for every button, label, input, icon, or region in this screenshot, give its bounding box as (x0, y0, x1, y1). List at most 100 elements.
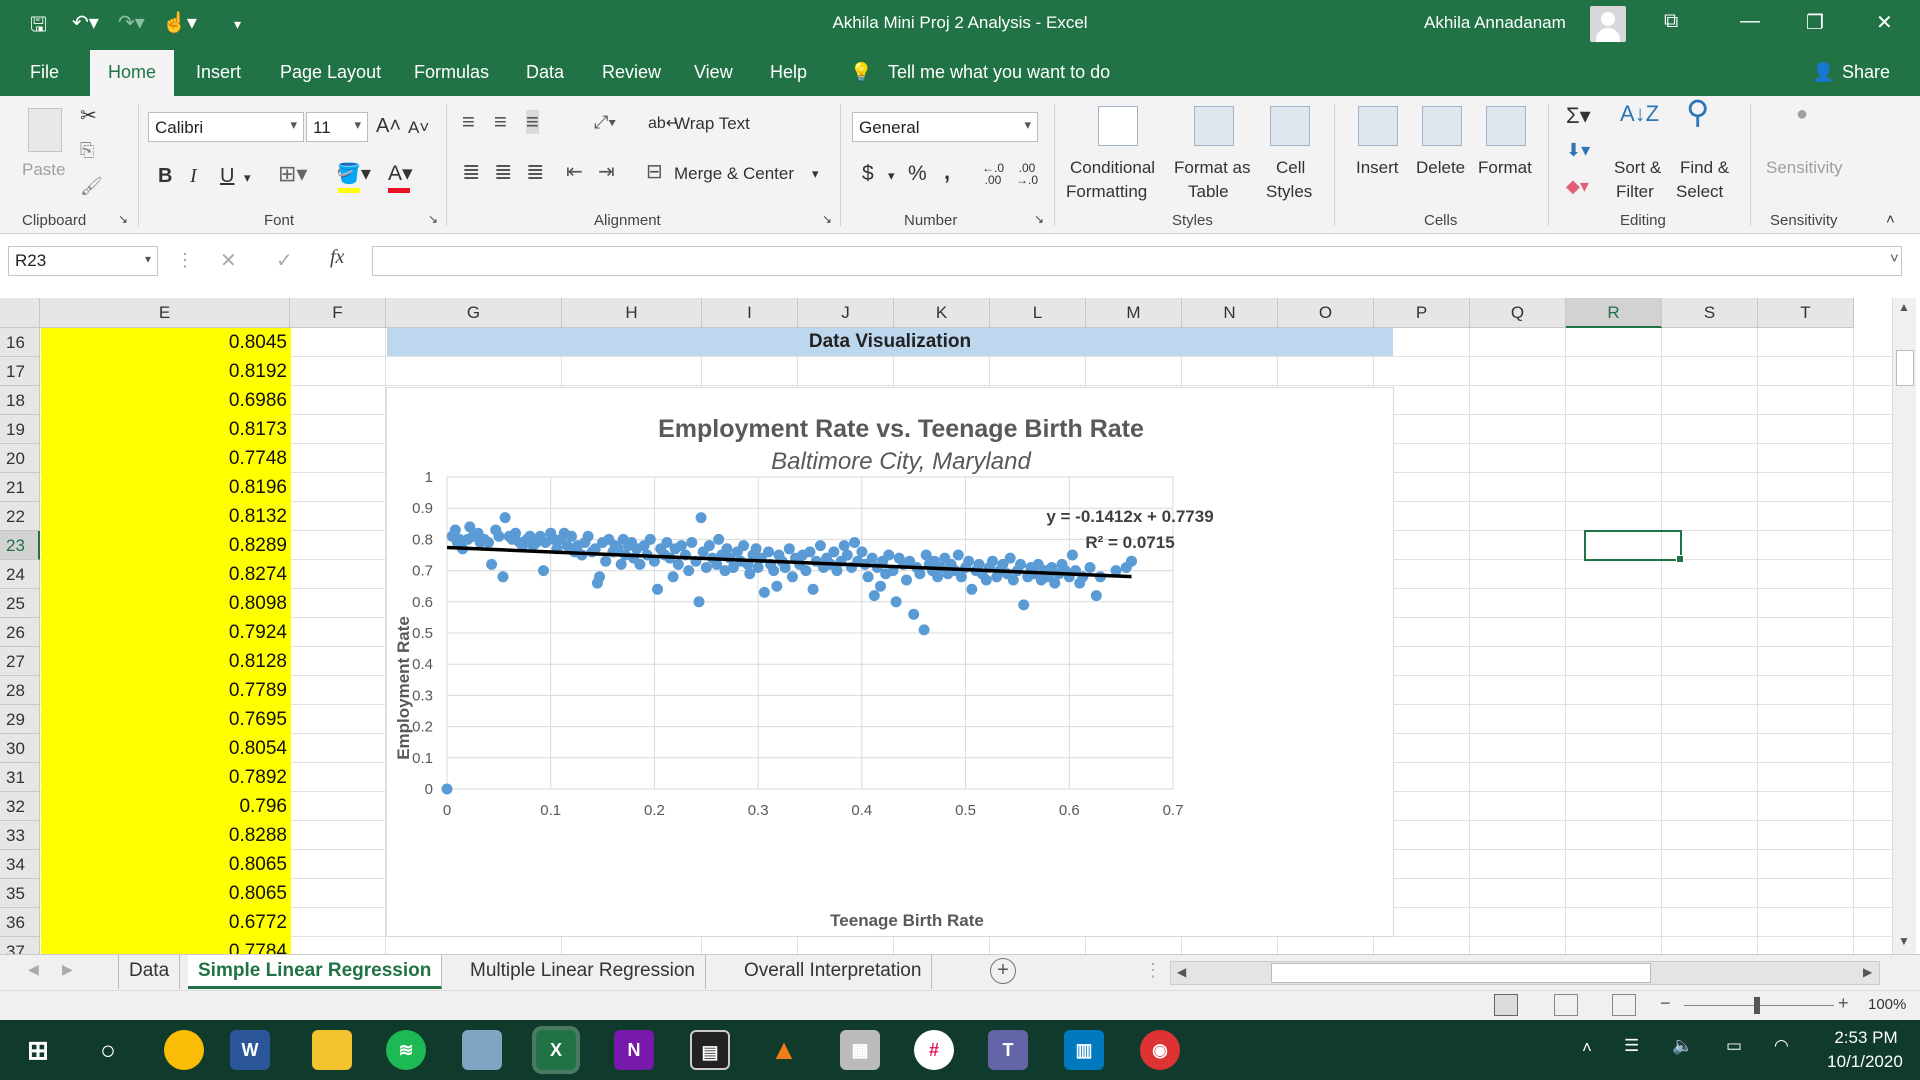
cell-e-value[interactable]: 0.8196 (41, 473, 291, 502)
row-header[interactable]: 21 (0, 473, 40, 502)
merge-center-icon[interactable]: ⊟ (646, 160, 663, 184)
cell-e-value[interactable]: 0.7892 (41, 763, 291, 792)
clock-time[interactable]: 2:53 PM (1826, 1028, 1906, 1048)
cell-e-value[interactable]: 0.7784 (41, 937, 291, 954)
paste-button[interactable]: Paste (22, 158, 65, 182)
align-center-icon[interactable]: ≣ (494, 160, 512, 184)
fill-color-icon[interactable]: 🪣▾ (336, 162, 371, 186)
cancel-icon[interactable]: ✕ (220, 248, 237, 273)
row-header[interactable]: 35 (0, 879, 40, 908)
cell-e-value[interactable]: 0.6772 (41, 908, 291, 937)
tray-chevron-icon[interactable]: ˄ (1582, 1038, 1592, 1058)
slack-icon[interactable]: # (914, 1030, 954, 1070)
row-header[interactable]: 28 (0, 676, 40, 705)
tab-page-layout[interactable]: Page Layout (280, 62, 381, 83)
align-bottom-icon[interactable]: ≡ (526, 110, 539, 134)
sheet-tab-overall-interpretation[interactable]: Overall Interpretation (734, 955, 933, 989)
vertical-scrollbar[interactable]: ▲ ▼ (1892, 298, 1916, 954)
tab-insert[interactable]: Insert (196, 62, 241, 83)
page-break-view-icon[interactable] (1612, 994, 1636, 1016)
tab-data[interactable]: Data (526, 62, 564, 83)
copy-icon[interactable]: ⎘ (80, 138, 94, 162)
cell-e-value[interactable]: 0.8274 (41, 560, 291, 589)
italic-button[interactable]: I (190, 164, 197, 188)
cut-icon[interactable]: ✂ (80, 104, 97, 128)
tab-help[interactable]: Help (770, 62, 807, 83)
calculator-icon[interactable]: ▦ (840, 1030, 880, 1070)
column-header-k[interactable]: K (894, 298, 990, 328)
share-button[interactable]: Share (1842, 62, 1890, 83)
conditional-formatting-icon[interactable] (1098, 106, 1138, 146)
row-header[interactable]: 26 (0, 618, 40, 647)
expand-formula-icon[interactable]: ˅ (1890, 250, 1899, 267)
font-size-select[interactable]: 11 (306, 112, 368, 142)
format-cells-button[interactable]: Format (1478, 156, 1532, 180)
paste-icon[interactable] (28, 108, 62, 152)
insert-function-button[interactable]: fx (330, 246, 344, 269)
sheet-tab-data[interactable]: Data (118, 955, 181, 989)
page-layout-view-icon[interactable] (1554, 994, 1578, 1016)
matlab-icon[interactable]: ▲ (764, 1030, 804, 1070)
search-icon[interactable]: ○ (88, 1030, 128, 1070)
ribbon-display-icon[interactable]: ⧉ (1664, 10, 1678, 33)
row-header[interactable]: 22 (0, 502, 40, 531)
new-sheet-icon[interactable]: + (990, 958, 1016, 984)
decrease-decimal-icon[interactable]: .00 →.0 (1016, 162, 1038, 186)
currency-button[interactable]: $ (862, 162, 874, 186)
user-name[interactable]: Akhila Annadanam (1424, 13, 1566, 33)
windows-start-icon[interactable]: ⊞ (18, 1030, 58, 1070)
restore-icon[interactable]: ❐ (1806, 10, 1824, 35)
format-as-table-label-2[interactable]: Table (1188, 180, 1229, 204)
align-right-icon[interactable]: ≣ (526, 160, 544, 184)
notepad-icon[interactable] (462, 1030, 502, 1070)
cell-e-value[interactable]: 0.8065 (41, 879, 291, 908)
delete-cells-button[interactable]: Delete (1416, 156, 1465, 180)
column-header-g[interactable]: G (386, 298, 562, 328)
avatar[interactable] (1590, 6, 1626, 42)
align-middle-icon[interactable]: ≡ (494, 110, 507, 134)
cell-e-value[interactable]: 0.7748 (41, 444, 291, 473)
zoom-in-icon[interactable]: + (1838, 993, 1849, 1014)
cell-e-value[interactable]: 0.8054 (41, 734, 291, 763)
bold-button[interactable]: B (158, 164, 172, 188)
row-header[interactable]: 17 (0, 357, 40, 386)
underline-button[interactable]: U (220, 164, 234, 188)
format-as-table-icon[interactable] (1194, 106, 1234, 146)
cell-e-value[interactable]: 0.6986 (41, 386, 291, 415)
zoom-level[interactable]: 100% (1868, 996, 1906, 1013)
insert-cells-icon[interactable] (1358, 106, 1398, 146)
audio-app-icon[interactable]: ◉ (1140, 1030, 1180, 1070)
row-header[interactable]: 36 (0, 908, 40, 937)
row-header[interactable]: 18 (0, 386, 40, 415)
tab-view[interactable]: View (694, 62, 733, 83)
row-header[interactable]: 37 (0, 937, 40, 954)
grow-font-icon[interactable]: A˄ (376, 114, 401, 138)
column-header-o[interactable]: O (1278, 298, 1374, 328)
column-header-j[interactable]: J (798, 298, 894, 328)
cell-e-value[interactable]: 0.7924 (41, 618, 291, 647)
prev-sheet-icon[interactable]: ◀ (28, 961, 39, 978)
tell-me-search[interactable]: Tell me what you want to do (888, 62, 1110, 83)
borders-icon[interactable]: ⊞▾ (278, 162, 307, 186)
select-all-corner[interactable] (0, 298, 40, 328)
file-explorer-icon[interactable] (312, 1030, 352, 1070)
excel-icon[interactable]: X (536, 1030, 576, 1070)
vertical-scroll-thumb[interactable] (1896, 350, 1914, 386)
cell-e-value[interactable]: 0.8128 (41, 647, 291, 676)
zoom-out-icon[interactable]: − (1660, 993, 1671, 1014)
cell-e-value[interactable]: 0.8065 (41, 850, 291, 879)
tab-review[interactable]: Review (602, 62, 661, 83)
cell-styles-icon[interactable] (1270, 106, 1310, 146)
format-as-table-label[interactable]: Format as (1174, 156, 1251, 180)
scroll-up-icon[interactable]: ▲ (1898, 300, 1910, 314)
row-header[interactable]: 34 (0, 850, 40, 879)
cell-e-value[interactable]: 0.7695 (41, 705, 291, 734)
row-header[interactable]: 19 (0, 415, 40, 444)
column-header-t[interactable]: T (1758, 298, 1854, 328)
fill-icon[interactable]: ⬇▾ (1566, 138, 1590, 162)
format-cells-icon[interactable] (1486, 106, 1526, 146)
trello-icon[interactable]: ▥ (1064, 1030, 1104, 1070)
number-format-select[interactable]: General (852, 112, 1038, 142)
scatter-chart[interactable]: Employment Rate vs. Teenage Birth Rate B… (386, 387, 1394, 937)
autosum-icon[interactable]: Σ▾ (1566, 104, 1591, 128)
